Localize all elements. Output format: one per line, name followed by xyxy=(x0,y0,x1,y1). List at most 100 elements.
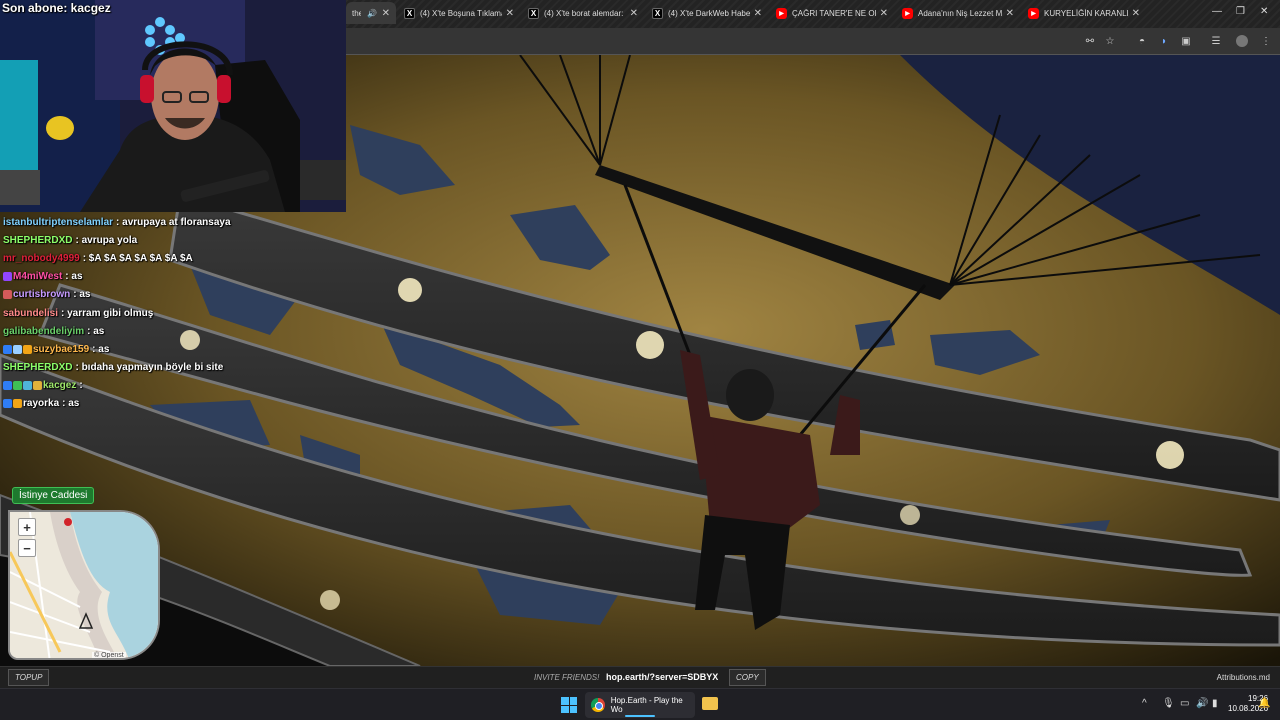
minimize-icon[interactable]: — xyxy=(1212,6,1222,17)
street-name-label: İstinye Caddesi xyxy=(12,487,95,504)
attributions-link[interactable]: Attributions.md xyxy=(1217,673,1270,682)
browser-toolbar: ⚯ ☆ ◓ ◗ ▣ ☰ ⋮ xyxy=(346,28,1280,55)
chat-message: mr_nobody4999: $A $A $A $A $A $A $A xyxy=(3,249,348,267)
chat-message: suzybae159: as xyxy=(3,340,348,358)
chat-message-text: : bıdaha yapmayın böyle bi site xyxy=(75,362,224,374)
browser-tab-strip: the 🔊 ✕ X (4) X'te Boşuna Tıklama ✕ X (4… xyxy=(346,0,1280,28)
browser-tab[interactable]: the 🔊 ✕ xyxy=(346,2,396,24)
chat-badge-icon xyxy=(3,272,12,282)
microphone-icon[interactable]: 🎙 xyxy=(1162,698,1175,709)
chat-message: SHEPHERDXD: bıdaha yapmayın böyle bi sit… xyxy=(3,359,348,377)
volume-icon[interactable]: 🔊 xyxy=(1196,698,1208,709)
browser-tab[interactable]: X (4) X'te borat alemdar: ✕ xyxy=(522,2,644,24)
windows-taskbar: Hop.Earth - Play the Wo ^ 🎙 ▭ 🔊 ▮ 19:26 … xyxy=(0,688,1280,720)
x-logo-icon: X xyxy=(528,7,539,19)
screen: the 🔊 ✕ X (4) X'te Boşuna Tıklama ✕ X (4… xyxy=(0,0,1280,720)
topup-button[interactable]: TOPUP xyxy=(8,669,50,686)
speaker-icon[interactable]: 🔊 xyxy=(367,8,378,19)
youtube-icon: ▶ xyxy=(776,7,787,19)
invite-friends-label: INVITE FRIENDS! xyxy=(534,673,600,682)
chat-username[interactable]: SHEPHERDXD xyxy=(3,235,72,246)
chat-username[interactable]: galibabendeliyim xyxy=(3,326,84,337)
reading-list-icon[interactable]: ☰ xyxy=(1210,35,1222,47)
map-zoom-out-button[interactable]: − xyxy=(18,539,36,557)
chat-message: sabundelisi: yarram gibi olmuş xyxy=(3,304,348,322)
chat-message: galibabendeliyim: as xyxy=(3,322,348,340)
browser-tab[interactable]: ▶ KURYELİĞİN KARANLIK ✕ xyxy=(1022,2,1146,24)
chat-badge-icon xyxy=(23,344,32,354)
chat-badge-icon xyxy=(13,381,22,391)
chat-message-text: : as xyxy=(87,325,105,337)
close-tab-icon[interactable]: ✕ xyxy=(630,8,638,19)
extension-icon[interactable]: ◓ xyxy=(1136,35,1148,47)
chat-message-text: : $A $A $A $A $A $A $A xyxy=(82,252,193,264)
chat-username[interactable]: mr_nobody4999 xyxy=(3,253,80,264)
map-zoom-in-button[interactable]: + xyxy=(18,518,36,536)
chat-message-text: : avrupa yola xyxy=(75,234,138,246)
file-explorer-icon[interactable] xyxy=(702,697,718,710)
tracking-icon[interactable]: ⚯ xyxy=(1084,35,1096,47)
chat-username[interactable]: sabundelisi xyxy=(3,308,58,319)
close-tab-icon[interactable]: ✕ xyxy=(506,8,514,19)
chat-message-text: : as xyxy=(62,398,80,410)
x-logo-icon: X xyxy=(404,7,415,19)
chat-badge-icon xyxy=(3,290,12,300)
chat-username[interactable]: M4miWest xyxy=(13,271,62,282)
chat-username[interactable]: SHEPHERDXD xyxy=(3,362,72,373)
puzzle-icon[interactable]: ▣ xyxy=(1180,35,1192,47)
chat-badge-icon xyxy=(23,381,32,391)
chat-badge-icon xyxy=(13,344,22,354)
youtube-icon: ▶ xyxy=(902,7,913,19)
copy-button[interactable]: COPY xyxy=(729,669,766,686)
bookmark-star-icon[interactable]: ☆ xyxy=(1104,35,1116,47)
chat-badge-icon xyxy=(33,381,42,391)
chrome-icon xyxy=(591,698,605,712)
network-icon[interactable]: ▭ xyxy=(1180,698,1189,709)
profile-avatar[interactable] xyxy=(1236,35,1248,47)
close-window-icon[interactable]: ✕ xyxy=(1260,6,1268,17)
chat-message: curtisbrown: as xyxy=(3,286,348,304)
browser-tab[interactable]: X (4) X'te DarkWeb Haber ✕ xyxy=(646,2,768,24)
chat-message-text: : as xyxy=(73,289,91,301)
maximize-icon[interactable]: ❐ xyxy=(1236,6,1245,17)
stream-chat: istanbultriptenselamlar: avrupaya at flo… xyxy=(3,213,348,413)
x-logo-icon: X xyxy=(652,7,663,19)
chat-username[interactable]: suzybae159 xyxy=(33,344,89,355)
chat-username[interactable]: curtisbrown xyxy=(13,289,70,300)
chevron-up-icon[interactable]: ^ xyxy=(1142,698,1147,709)
windows-start-icon[interactable] xyxy=(561,697,577,713)
chat-username[interactable]: kacgez xyxy=(43,380,76,391)
server-url[interactable]: hop.earth/?server=SDBYX xyxy=(606,672,718,682)
chat-message: kacgez: xyxy=(3,377,348,395)
browser-tab[interactable]: ▶ Adana'nın Niş Lezzet M ✕ xyxy=(896,2,1020,24)
menu-kebab-icon[interactable]: ⋮ xyxy=(1260,35,1272,47)
youtube-icon: ▶ xyxy=(1028,7,1039,19)
last-subscriber-label: Son abone: kacgez xyxy=(2,1,111,15)
chat-username[interactable]: istanbultriptenselamlar xyxy=(3,217,113,228)
chat-message-text: : as xyxy=(92,343,110,355)
taskbar-chrome-app[interactable]: Hop.Earth - Play the Wo xyxy=(585,692,695,718)
notification-bell-icon[interactable]: 🔔 xyxy=(1258,698,1270,709)
close-tab-icon[interactable]: ✕ xyxy=(1006,8,1014,19)
browser-tab[interactable]: X (4) X'te Boşuna Tıklama ✕ xyxy=(398,2,520,24)
browser-tab[interactable]: ▶ ÇAĞRI TANER'E NE OLD ✕ xyxy=(770,2,894,24)
chat-badge-icon xyxy=(3,399,12,409)
chat-badge-icon xyxy=(3,381,12,391)
close-tab-icon[interactable]: ✕ xyxy=(754,8,762,19)
map-attribution[interactable]: © Openst xyxy=(92,652,126,658)
chat-message-text: : yarram gibi olmuş xyxy=(61,307,154,319)
minimap[interactable]: + − © Openst xyxy=(8,510,160,660)
taskbar-app-title: Hop.Earth - Play the Wo xyxy=(610,696,683,714)
chat-username[interactable]: rayorka xyxy=(23,398,59,409)
chat-message: M4miWest: as xyxy=(3,268,348,286)
close-tab-icon[interactable]: ✕ xyxy=(880,8,888,19)
chat-message: SHEPHERDXD: avrupa yola xyxy=(3,231,348,249)
battery-icon[interactable]: ▮ xyxy=(1212,698,1218,709)
close-tab-icon[interactable]: ✕ xyxy=(382,8,390,19)
game-bottom-bar: TOPUP INVITE FRIENDS! hop.earth/?server=… xyxy=(0,666,1280,688)
audio-icon[interactable]: ◗ xyxy=(1158,35,1170,47)
chat-badge-icon xyxy=(13,399,22,409)
close-tab-icon[interactable]: ✕ xyxy=(1132,8,1140,19)
webcam-overlay: Son abone: kacgez xyxy=(0,0,346,212)
streamer-webcam-image xyxy=(0,0,346,212)
